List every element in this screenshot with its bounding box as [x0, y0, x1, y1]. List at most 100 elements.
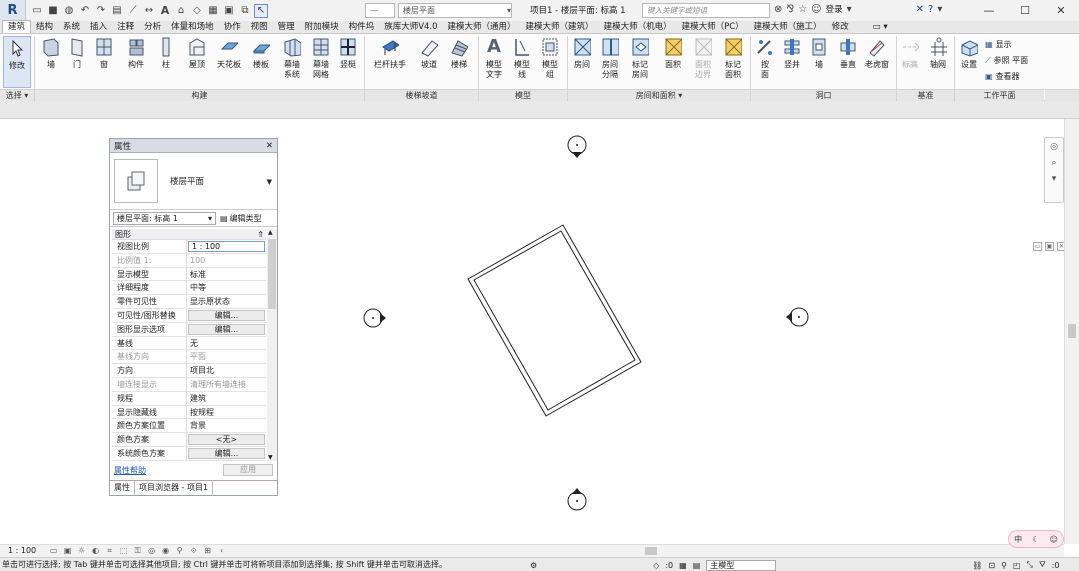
property-row[interactable]: 基线无 — [112, 336, 266, 351]
show-crop-icon[interactable]: ⬚ — [119, 546, 128, 555]
wall-button[interactable]: 墙 — [38, 36, 64, 70]
property-value[interactable]: 1 : 100 — [188, 241, 265, 252]
property-row[interactable]: 规程 建筑 — [112, 391, 266, 406]
highlight-displacement-icon[interactable]: ⟐ — [189, 546, 198, 555]
group-header-graphics[interactable]: 图形 ⇑ — [112, 229, 266, 240]
property-value[interactable]: 背景 — [187, 419, 266, 432]
crop-view-icon[interactable]: ⌗ — [105, 546, 114, 555]
grid-button[interactable]: 轴网 — [926, 36, 950, 70]
chevron-down-icon[interactable]: ▾ — [937, 4, 942, 15]
property-row[interactable]: 墙连接显示 清理所有墙连接 — [112, 377, 266, 392]
elevation-marker-west[interactable] — [363, 308, 386, 328]
area-button[interactable]: 面积 — [660, 36, 686, 70]
tab-structure[interactable]: 结构 — [31, 21, 58, 33]
ref-plane-button[interactable]: ⟋ 参照 平面 — [985, 55, 1028, 66]
chevron-down-icon[interactable]: ▾ — [1052, 174, 1057, 184]
shadows-icon[interactable]: ◐ — [91, 546, 100, 555]
property-edit-button[interactable]: 编辑... — [188, 309, 265, 321]
chevron-left-icon[interactable]: ‹ — [217, 546, 226, 555]
property-value[interactable]: 按规程 — [187, 406, 266, 419]
tag-room-button[interactable]: 标记 房间 — [628, 36, 652, 80]
property-value[interactable]: 建筑 — [187, 392, 266, 405]
reveal-hidden-icon[interactable]: ◉ — [161, 546, 170, 555]
sun-path-icon[interactable]: ☼ — [77, 546, 86, 555]
horizontal-scroll-thumb[interactable] — [645, 547, 657, 555]
drag-elements-icon[interactable]: ⤡ — [1027, 560, 1033, 570]
exchange-apps-icon[interactable]: ✕ — [916, 4, 924, 15]
type-selector[interactable]: 楼层平面 ▼ — [110, 153, 277, 210]
elevation-marker-south[interactable] — [567, 488, 587, 511]
property-value[interactable]: 清理所有墙连接 — [187, 378, 266, 391]
ime-indicator[interactable]: 中 ☾ ☺ — [1008, 530, 1064, 548]
property-value[interactable]: 项目北 — [187, 364, 266, 377]
search-input[interactable]: 键入关键字或短语 — [642, 3, 770, 18]
tab-massing[interactable]: 体量和场地 — [166, 21, 219, 33]
tab-view[interactable]: 视图 — [246, 21, 273, 33]
tile-icon[interactable]: ▣ — [1045, 242, 1054, 251]
property-value[interactable]: 100 — [187, 254, 266, 267]
property-row[interactable]: 比例值 1: 100 — [112, 253, 266, 268]
property-row[interactable]: 方向 项目北 — [112, 364, 266, 378]
property-value[interactable]: 中等 — [187, 281, 266, 294]
property-row[interactable]: 颜色方案位置 背景 — [112, 419, 266, 434]
edit-type-button[interactable]: ▤ 编辑类型 — [220, 213, 262, 224]
close-icon[interactable]: ✕ — [266, 141, 273, 151]
tab-component-dock[interactable]: 构件坞 — [344, 21, 380, 33]
apply-button[interactable]: 应用 — [223, 464, 273, 476]
window-button[interactable]: 窗 — [92, 36, 116, 70]
floor-button[interactable]: 楼板 — [248, 36, 274, 70]
column-button[interactable]: 柱 — [156, 36, 176, 70]
ribbon-toggle[interactable]: ▭ ▾ — [868, 21, 893, 33]
tab-manage[interactable]: 管理 — [273, 21, 300, 33]
tab-modeling-pc[interactable]: 建模大师（PC） — [677, 21, 749, 33]
measure-icon[interactable]: ⟋ — [126, 4, 140, 18]
filter-icon[interactable]: ▦ — [679, 561, 687, 570]
level-button[interactable]: 标高 — [898, 36, 922, 70]
open-icon[interactable]: ▭ — [30, 4, 44, 18]
scroll-up-icon[interactable]: ▲ — [268, 229, 273, 236]
login-link[interactable]: 登录 — [826, 3, 843, 15]
design-options-icon[interactable]: ▤ — [693, 561, 701, 570]
undo-icon[interactable]: ↶ — [78, 4, 92, 18]
tag-area-button[interactable]: 标记 面积 — [720, 36, 746, 80]
unlock-3d-icon[interactable]: ⚿ — [133, 546, 142, 555]
property-row[interactable]: 显示隐藏线 按规程 — [112, 405, 266, 420]
elevation-marker-north[interactable] — [567, 135, 587, 158]
line-style-combo[interactable]: — — [365, 3, 395, 18]
property-row[interactable]: 系统颜色方案 编辑... — [112, 446, 266, 461]
select-pointer-icon[interactable]: ↖ — [254, 3, 268, 18]
ceiling-button[interactable]: 天花板 — [214, 36, 244, 70]
opening-by-face-button[interactable]: 按 面 — [754, 36, 776, 80]
property-row[interactable]: 显示模型 标准 — [112, 267, 266, 282]
panel-select[interactable]: 选择 ▾ — [0, 89, 34, 101]
tab-project-browser[interactable]: 项目浏览器 - 项目1 — [135, 481, 214, 495]
close-hidden-icon[interactable]: ▣ — [222, 4, 236, 18]
vertical-scroll-thumb[interactable] — [1068, 324, 1076, 338]
constraints-icon[interactable]: ⊞ — [203, 546, 212, 555]
panel-room-area[interactable]: 房间和面积 ▾ — [568, 89, 750, 101]
modify-button[interactable]: 修改 — [3, 36, 31, 88]
mullion-button[interactable]: 竖梃 — [336, 36, 360, 70]
tab-modeling-construction[interactable]: 建模大师（施工） — [749, 21, 827, 33]
property-row[interactable]: 详细程度 中等 — [112, 281, 266, 296]
shaft-button[interactable]: 竖井 — [780, 36, 804, 70]
section-icon[interactable]: ◇ — [190, 4, 204, 18]
worksets-icon[interactable]: ⚙ — [530, 561, 537, 570]
select-links-icon[interactable]: ⛓ — [972, 561, 982, 570]
property-value[interactable]: 显示原状态 — [187, 295, 266, 308]
property-row[interactable]: 零件可见性 显示原状态 — [112, 295, 266, 309]
workplane-set-button[interactable]: 设置 — [957, 36, 981, 70]
design-option-combo[interactable]: 主模型 — [706, 559, 777, 571]
maximize-icon[interactable]: ☐ — [1007, 0, 1043, 21]
room-button[interactable]: 房间 — [570, 36, 594, 70]
close-icon[interactable]: ✕ — [1043, 0, 1079, 21]
tab-architecture[interactable]: 建筑 — [2, 20, 32, 33]
sync-icon[interactable]: ◍ — [62, 4, 76, 18]
tab-modeling-mep[interactable]: 建模大师（机电） — [599, 21, 677, 33]
dormer-button[interactable]: 老虎窗 — [862, 36, 892, 70]
property-row[interactable]: 颜色方案 <无> — [112, 433, 266, 447]
property-row[interactable]: 图形显示选项 编辑... — [112, 322, 266, 337]
detail-level-icon[interactable]: ▭ — [49, 546, 58, 555]
ramp-button[interactable]: 坡道 — [416, 36, 442, 70]
chevron-down-icon[interactable]: ▾ — [847, 4, 852, 15]
